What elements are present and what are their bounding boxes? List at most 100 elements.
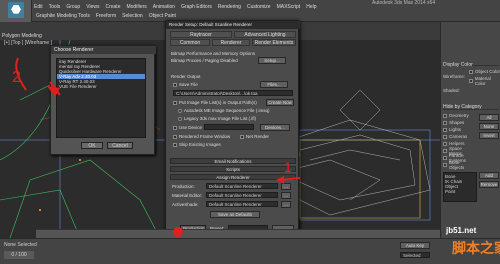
auto-key-button[interactable]: Auto Key [400,242,430,249]
menu-maxscript[interactable]: MAXScript [277,4,301,12]
lights-checkbox[interactable] [443,127,447,132]
devices-button[interactable]: Devices... [260,124,290,131]
renderer-item-vue[interactable]: VUE File Renderer [57,84,145,89]
object-list[interactable]: Bone IK Chain Object Point [443,172,477,202]
skip-existing-label: Skip Existing Images [179,142,221,147]
ribbon-subpanel[interactable]: Polygon Modeling [2,33,42,39]
remove-button[interactable]: Remove [479,181,499,188]
menu-tools[interactable]: Tools [49,4,61,12]
viewport-label[interactable]: [+] [Top ] [Wireframe ] [4,40,52,46]
save-file-option[interactable]: Save File [173,82,198,87]
shapes-checkbox[interactable] [443,120,447,125]
material-color-option[interactable]: Material Color [469,76,500,86]
render-setup-dialog: Render Setup: Default Scanline Renderer … [165,20,300,244]
list-item[interactable]: IK Chain Object [445,179,475,189]
choose-material-renderer-button[interactable]: ... [281,192,291,199]
tab-renderer[interactable]: Renderer [212,39,250,46]
output-path-field[interactable]: C:\Users\Administrator\Desktop\...\qk.tg… [173,90,293,96]
net-render-checkbox[interactable] [240,134,244,139]
menu-group[interactable]: Group [66,4,80,12]
cameras-checkbox[interactable] [443,134,447,139]
rendered-frame-label: Rendered Frame Window [179,134,231,139]
timeline-slider[interactable] [36,229,440,238]
tab-selection[interactable]: Selection [122,13,143,19]
menu-animation[interactable]: Animation [153,4,175,12]
save-file-checkbox[interactable] [173,82,177,87]
choose-activeshade-renderer-button[interactable]: ... [281,201,291,208]
tab-advanced-lighting[interactable]: Advanced Lighting [234,31,296,38]
category-list: Geometry Shapes Lights Cameras Helpers S… [443,112,475,170]
put-image-checkbox[interactable] [173,100,177,105]
autodesk-me-label: Autodesk ME Image Sequence File (.imsq) [184,108,270,113]
all-button[interactable]: All [479,114,499,121]
none-button[interactable]: None [479,123,499,130]
bone-objects-checkbox[interactable] [443,162,447,167]
wireframe-row: Wireframe: [443,74,465,79]
watermark-brand: 脚本之家 [452,240,500,256]
net-render-option[interactable]: Net Render [240,134,269,139]
space-warps-checkbox[interactable] [443,148,447,153]
menu-modifiers[interactable]: Modifiers [126,4,146,12]
hide-by-category-rollout[interactable]: Hide by Category [443,104,499,110]
wireframe-label: Wireframe: [443,74,466,79]
save-as-defaults-button[interactable]: Save as Defaults [210,211,260,218]
geometry-checkbox[interactable] [443,113,447,118]
use-device-option[interactable]: Use Device [173,125,202,130]
use-device-label: Use Device [179,125,203,130]
tab-raytracer[interactable]: Raytracer [170,31,232,38]
email-rollout[interactable]: Email Notifications [170,158,296,164]
time-slider-readout[interactable]: 0 / 100 [4,251,34,259]
key-mode-dropdown[interactable]: Selected [400,252,430,258]
category-cameras[interactable]: Cameras [443,133,475,140]
menu-edit[interactable]: Edit [34,4,43,12]
device-field[interactable] [204,124,254,130]
menu-views[interactable]: Views [86,4,99,12]
autodesk-me-radio[interactable] [178,108,182,113]
legacy-option[interactable]: Legacy 3ds max Image File List (.ifl) [178,116,256,121]
use-device-checkbox[interactable] [173,125,177,130]
category-geometry[interactable]: Geometry [443,112,475,119]
menu-help[interactable]: Help [306,4,316,12]
files-button[interactable]: Files... [260,81,288,88]
object-color-radio[interactable] [469,69,473,74]
category-shapes[interactable]: Shapes [443,119,475,126]
invert-button[interactable]: Invert [479,132,499,139]
material-color-radio[interactable] [469,79,473,83]
skip-existing-option[interactable]: Skip Existing Images [173,142,221,147]
menu-customize[interactable]: Customize [247,4,271,12]
add-button[interactable]: Add [479,172,499,179]
tab-freeform[interactable]: Freeform [96,13,116,19]
rendered-frame-option[interactable]: Rendered Frame Window [173,134,230,139]
ok-button[interactable]: OK [81,142,103,149]
assign-renderer-rollout[interactable]: Assign Renderer [170,174,296,180]
menu-graph-editors[interactable]: Graph Editors [181,4,212,12]
tab-common[interactable]: Common [170,39,210,46]
autodesk-me-option[interactable]: Autodesk ME Image Sequence File (.imsq) [178,108,270,113]
menu-create[interactable]: Create [105,4,120,12]
helpers-checkbox[interactable] [443,141,447,146]
legacy-radio[interactable] [178,116,182,121]
dialog-title[interactable]: Render Setup: Default Scanline Renderer [166,21,300,29]
bitmap-proxies-status: Bitmap Proxies / Paging Disabled [171,58,238,63]
tab-object-paint[interactable]: Object Paint [149,13,176,19]
material-editor-label: Material Editor: [172,193,203,198]
scripts-rollout[interactable]: Scripts [170,166,296,172]
rendered-frame-checkbox[interactable] [173,134,177,139]
create-now-button[interactable]: Create Now [266,99,294,106]
skip-existing-checkbox[interactable] [173,142,177,147]
list-item[interactable]: Point [445,189,475,194]
menu-rendering[interactable]: Rendering [218,4,241,12]
put-image-option[interactable]: Put Image File List(s) in Output Path(s) [173,100,265,105]
tab-render-elements[interactable]: Render Elements [252,39,296,46]
cancel-button[interactable]: Cancel [107,142,133,149]
dialog-title[interactable]: Choose Renderer [51,46,156,54]
category-lights[interactable]: Lights [443,126,475,133]
object-color-option[interactable]: Object Color [469,69,500,74]
choose-production-renderer-button[interactable]: ... [281,183,291,190]
setup-button[interactable]: Setup... [258,57,286,64]
display-color-rollout[interactable]: Display Color [443,62,499,68]
tab-graphite[interactable]: Graphite Modeling Tools [36,13,90,19]
renderer-list[interactable]: iray Renderer mental ray Renderer Quicks… [56,58,146,138]
app-menu-button[interactable]: ⬣ [0,0,32,22]
particle-systems-checkbox[interactable] [443,155,447,160]
